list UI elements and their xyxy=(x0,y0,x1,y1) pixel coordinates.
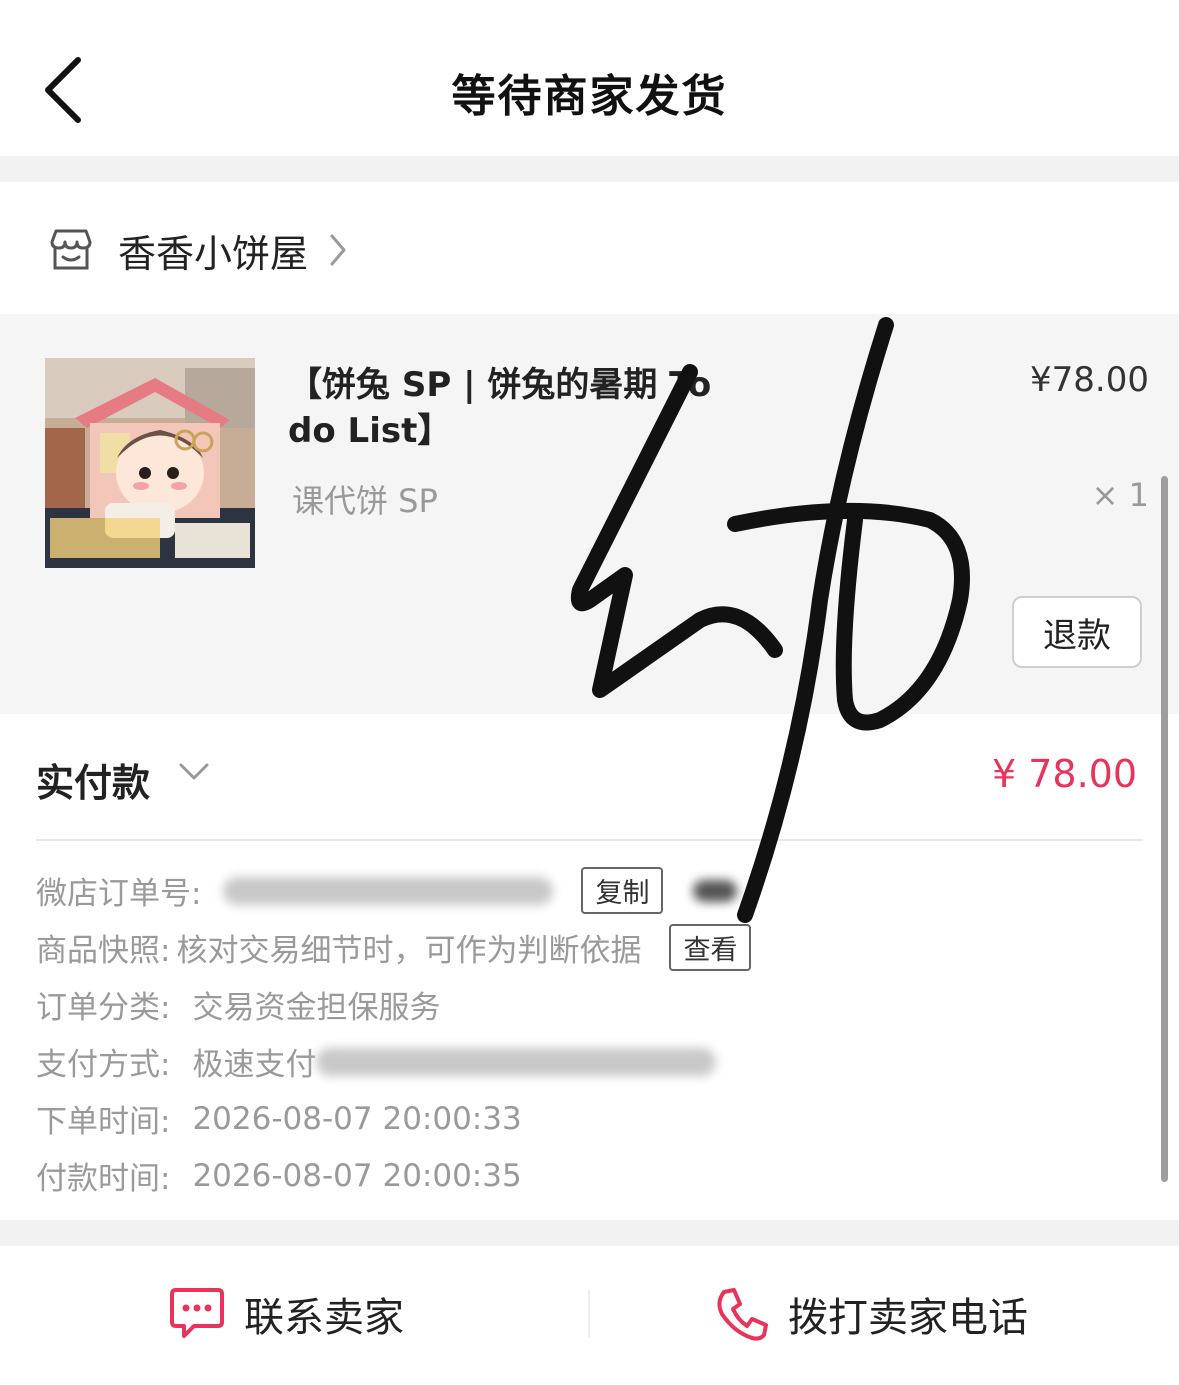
snapshot-value: 核对交易细节时，可作为判断依据 xyxy=(176,933,642,969)
phone-icon xyxy=(717,1288,768,1341)
divider xyxy=(588,1290,590,1338)
contact-seller-label: 联系卖家 xyxy=(244,1295,404,1341)
payment-amount: ¥ 78.00 xyxy=(991,752,1137,796)
section-gap xyxy=(0,156,1179,182)
shop-icon xyxy=(50,229,92,270)
product-price: ¥78.00 xyxy=(1030,360,1149,400)
product-quantity: × 1 xyxy=(1091,476,1149,514)
order-item[interactable]: 【饼兔 SP | 饼兔的暑期 To do List】 课代饼 SP ¥78.00… xyxy=(0,314,1179,714)
navigation-bar: 等待商家发货 xyxy=(0,0,1179,156)
category-value: 交易资金担保服务 xyxy=(192,990,441,1026)
payment-method-row: 支付方式: 极速支付 xyxy=(36,1033,751,1090)
redaction-mark xyxy=(693,879,738,902)
shop-name: 香香小饼屋 xyxy=(118,231,309,276)
divider xyxy=(36,839,1143,841)
redacted-payment-detail xyxy=(316,1047,717,1076)
snapshot-label: 商品快照: xyxy=(36,933,171,969)
order-time-row: 下单时间: 2026-08-07 20:00:33 xyxy=(36,1090,751,1147)
pay-time-value: 2026-08-07 20:00:35 xyxy=(192,1157,522,1194)
payment-method-value: 极速支付 xyxy=(192,1047,317,1083)
payment-label[interactable]: 实付款 xyxy=(36,752,150,807)
call-seller-label: 拨打卖家电话 xyxy=(788,1295,1028,1341)
order-info-list: 微店订单号: 复制 商品快照: 核对交易细节时，可作为判断依据 查看 订单分类:… xyxy=(36,862,752,1204)
order-details: 实付款 ¥ 78.00 微店订单号: 复制 商品快照: 核对交易细节时，可作为判… xyxy=(0,714,1179,1220)
call-seller-button[interactable]: 拨打卖家电话 xyxy=(712,1282,1028,1346)
view-snapshot-button[interactable]: 查看 xyxy=(669,924,752,971)
order-number-label: 微店订单号: xyxy=(36,876,202,912)
product-spec: 课代饼 SP xyxy=(292,482,438,520)
pay-time-label: 付款时间: xyxy=(36,1161,171,1197)
section-gap xyxy=(0,1220,1179,1246)
scrollbar[interactable] xyxy=(1161,476,1168,1182)
snapshot-row: 商品快照: 核对交易细节时，可作为判断依据 查看 xyxy=(36,919,752,976)
category-row: 订单分类: 交易资金担保服务 xyxy=(36,976,751,1033)
copy-button[interactable]: 复制 xyxy=(581,867,664,914)
payment-method-label: 支付方式: xyxy=(36,1047,171,1083)
order-number-row: 微店订单号: 复制 xyxy=(36,862,751,919)
pay-time-row: 付款时间: 2026-08-07 20:00:35 xyxy=(36,1147,751,1204)
contact-seller-button[interactable]: 联系卖家 xyxy=(168,1282,404,1346)
page-title: 等待商家发货 xyxy=(451,71,728,122)
category-label: 订单分类: xyxy=(36,990,171,1026)
order-time-label: 下单时间: xyxy=(36,1104,171,1140)
chat-icon xyxy=(170,1288,224,1338)
product-thumbnail xyxy=(45,358,255,568)
chevron-right-icon xyxy=(330,234,346,266)
shop-section: 香香小饼屋 xyxy=(0,182,1179,314)
payment-row: 实付款 ¥ 78.00 xyxy=(36,752,1143,805)
product-name: 【饼兔 SP | 饼兔的暑期 To do List】 xyxy=(288,365,712,451)
order-time-value: 2026-08-07 20:00:33 xyxy=(192,1100,522,1137)
chevron-down-icon[interactable] xyxy=(178,762,210,782)
shop-link[interactable]: 香香小饼屋 xyxy=(48,226,348,276)
bottom-action-bar: 联系卖家 拨打卖家电话 xyxy=(0,1246,1179,1385)
refund-button[interactable]: 退款 xyxy=(1012,596,1142,668)
redacted-order-number xyxy=(223,876,554,905)
